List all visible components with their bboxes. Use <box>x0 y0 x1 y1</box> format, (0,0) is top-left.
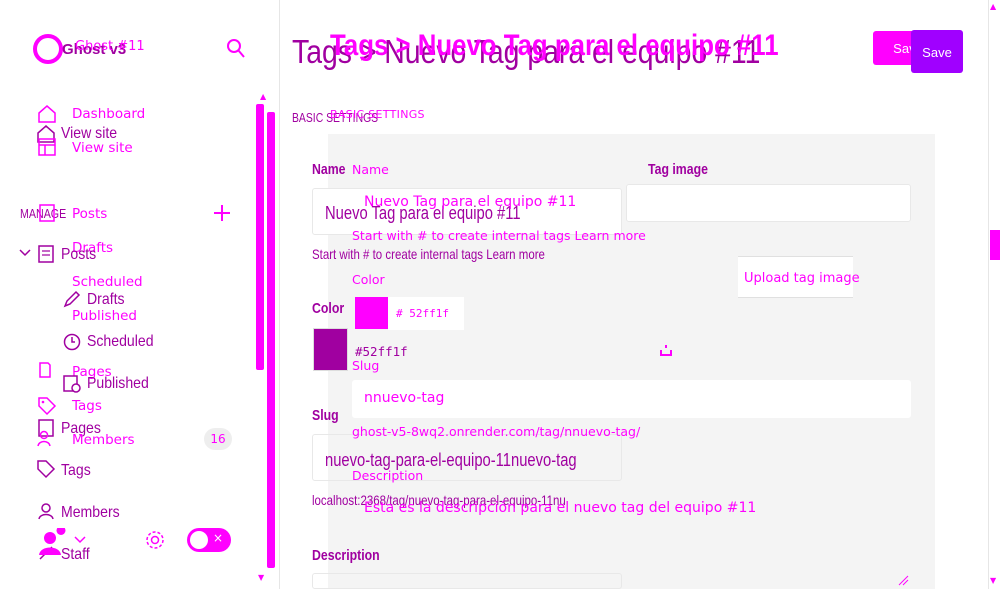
sidebar-item-drafts-back[interactable]: Drafts <box>87 291 125 309</box>
sidebar-item-posts[interactable]: Posts <box>72 206 107 222</box>
user-menu-chevron-icon[interactable] <box>74 536 86 544</box>
clock-icon <box>63 333 81 351</box>
members-icon <box>37 430 51 447</box>
slug-label-back: Slug <box>312 407 339 424</box>
gear-icon[interactable] <box>144 529 166 551</box>
published-icon <box>63 375 81 393</box>
sidebar-scrollbar-thumb[interactable] <box>256 104 264 370</box>
dark-mode-toggle[interactable]: × <box>187 528 231 552</box>
color-label: Color <box>352 272 385 287</box>
site-logo-icon[interactable] <box>33 34 63 64</box>
page-icon <box>39 362 51 378</box>
color-swatch-back[interactable] <box>313 328 348 371</box>
post-icon <box>39 204 55 222</box>
slug-label: Slug <box>352 358 380 373</box>
description-field-value: Esta es la descripción para el nuevo tag… <box>364 500 757 516</box>
page-scrollbar-thumb[interactable] <box>990 230 1000 260</box>
close-icon: × <box>212 531 223 545</box>
name-field-value: Nuevo Tag para el equipo #11 <box>364 194 577 210</box>
tag-outline-icon <box>37 460 56 479</box>
section-heading: BASIC SETTINGS <box>330 108 425 121</box>
description-label-back: Description <box>312 547 380 564</box>
name-label-back: Name <box>312 161 346 178</box>
sidebar-scrollbar-thumb-overlay[interactable] <box>267 112 275 568</box>
sidebar-item-dashboard[interactable]: Dashboard <box>72 106 145 122</box>
scroll-up-arrow-icon[interactable]: ▲ <box>260 92 266 101</box>
sidebar-item-tags-back[interactable]: Tags <box>61 462 91 480</box>
slug-field-value: nnuevo-tag <box>364 390 445 406</box>
tag-image-area <box>626 184 911 222</box>
toggle-knob <box>190 531 208 549</box>
name-label: Name <box>352 162 389 177</box>
posts-icon <box>38 245 54 263</box>
description-field-back[interactable] <box>312 573 622 589</box>
members-count-badge: 16 <box>204 428 232 450</box>
color-hex-value-back[interactable]: #52ff1f <box>355 344 408 359</box>
sidebar-item-published[interactable]: Published <box>72 308 137 324</box>
color-label-back: Color <box>312 300 345 317</box>
search-icon[interactable] <box>226 38 246 60</box>
color-swatch[interactable] <box>355 297 388 329</box>
sidebar: Ghost v3 Ghost #11 Dashboard View site V… <box>0 0 280 589</box>
name-hint-back: Start with # to create internal tags Lea… <box>312 246 545 262</box>
slug-field[interactable]: nnuevo-tag <box>352 380 911 418</box>
save-button-overlay[interactable]: Save <box>911 30 963 73</box>
sidebar-item-published-back[interactable]: Published <box>87 375 149 393</box>
sidebar-item-posts-back[interactable]: Posts <box>61 246 96 264</box>
sidebar-item-view-site[interactable]: View site <box>72 140 133 156</box>
name-hint: Start with # to create internal tags Lea… <box>352 228 646 243</box>
members-outline-icon <box>38 503 54 520</box>
plus-icon[interactable] <box>212 203 232 223</box>
browser-icon <box>38 138 56 156</box>
upload-tag-image-label: Upload tag image <box>744 271 860 286</box>
sidebar-item-tags[interactable]: Tags <box>72 398 102 414</box>
resize-handle-icon[interactable] <box>898 575 909 586</box>
scroll-down-arrow-icon[interactable]: ▼ <box>990 576 996 585</box>
sidebar-item-members-back[interactable]: Members <box>61 504 120 522</box>
home-icon <box>38 105 56 123</box>
scroll-up-arrow-icon[interactable]: ▲ <box>990 2 996 11</box>
sidebar-item-scheduled-back[interactable]: Scheduled <box>87 333 154 351</box>
description-label: Description <box>352 468 424 483</box>
page-title: Tags > Nuevo Tag para el equipo #11 <box>330 29 779 62</box>
scroll-down-arrow-icon[interactable]: ▼ <box>258 573 264 582</box>
avatar[interactable] <box>38 528 66 556</box>
crop-icon <box>660 345 672 356</box>
color-hex-value[interactable]: # 52ff1f <box>396 307 449 320</box>
page-scrollbar[interactable]: ▲ ▼ <box>988 0 1000 589</box>
upload-tag-image-button[interactable]: Upload tag image <box>738 256 860 298</box>
sidebar-item-members[interactable]: Members <box>72 432 135 448</box>
tag-image-label: Tag image <box>648 161 708 178</box>
chevron-down-icon[interactable] <box>18 246 32 260</box>
site-title-overlay[interactable]: Ghost #11 <box>75 39 145 54</box>
tag-icon <box>38 397 57 416</box>
pen-icon <box>63 290 81 308</box>
sidebar-item-scheduled[interactable]: Scheduled <box>72 274 143 290</box>
slug-url-hint: ghost-v5-8wq2.onrender.com/tag/nnuevo-ta… <box>352 424 641 439</box>
